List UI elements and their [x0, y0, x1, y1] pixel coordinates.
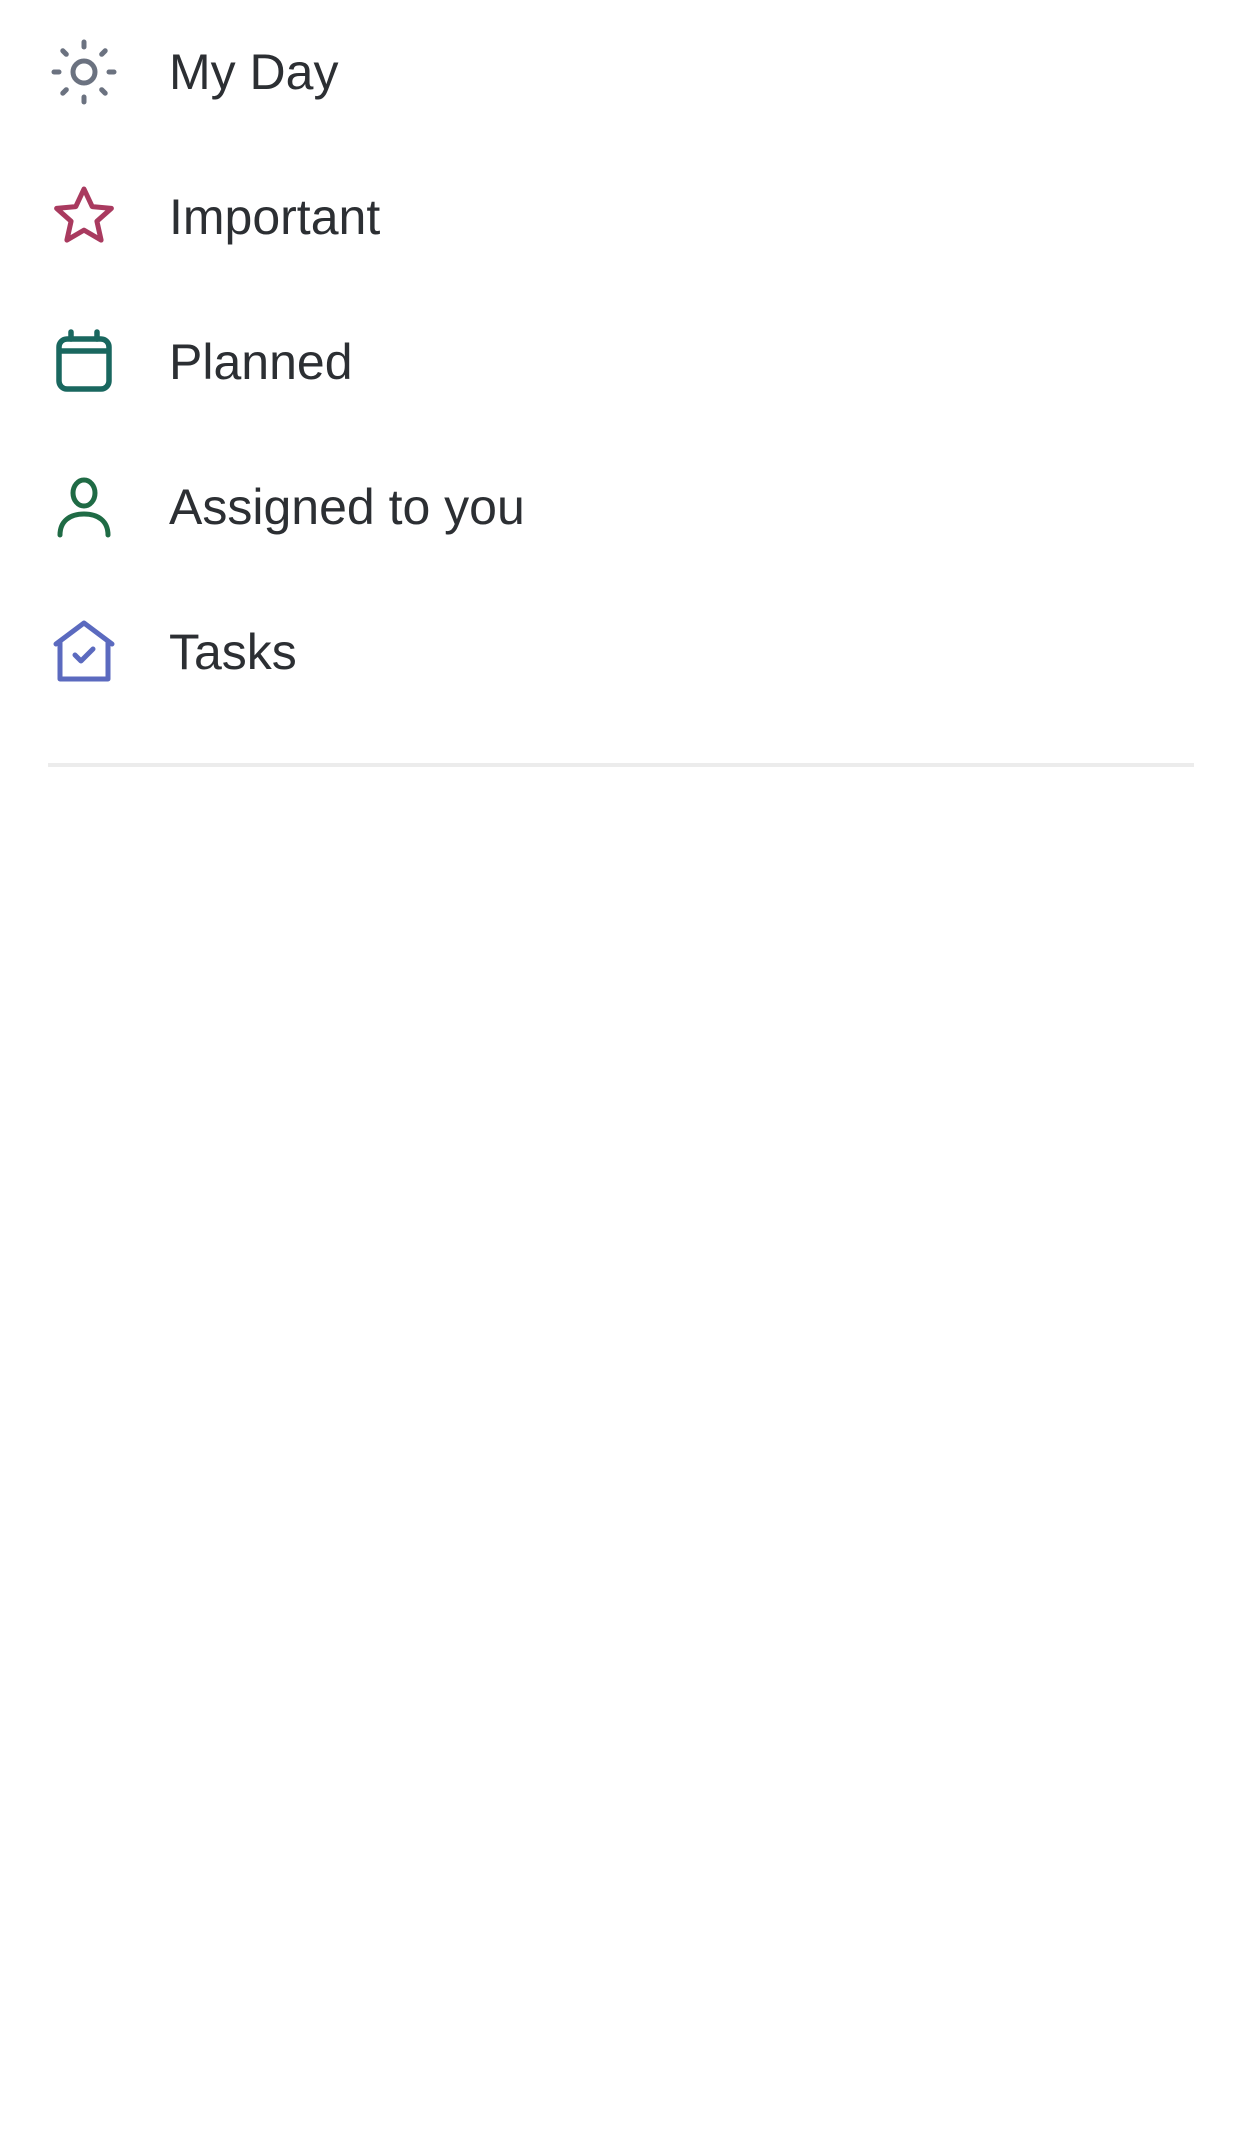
nav-item-label: Tasks	[169, 624, 297, 680]
divider	[48, 763, 1194, 767]
nav-item-important[interactable]: Important	[0, 145, 1242, 290]
nav-item-label: Important	[169, 189, 381, 245]
nav-item-assigned-to-you[interactable]: Assigned to you	[0, 435, 1242, 580]
nav-item-tasks[interactable]: Tasks	[0, 580, 1242, 725]
nav-item-label: My Day	[169, 44, 339, 100]
nav-item-label: Planned	[169, 334, 353, 390]
home-icon	[50, 618, 118, 686]
calendar-icon	[50, 328, 118, 396]
nav-item-label: Assigned to you	[169, 479, 525, 535]
person-icon	[50, 473, 118, 541]
nav-item-planned[interactable]: Planned	[0, 290, 1242, 435]
sun-icon	[50, 38, 118, 106]
star-icon	[50, 183, 118, 251]
nav-item-my-day[interactable]: My Day	[0, 0, 1242, 145]
